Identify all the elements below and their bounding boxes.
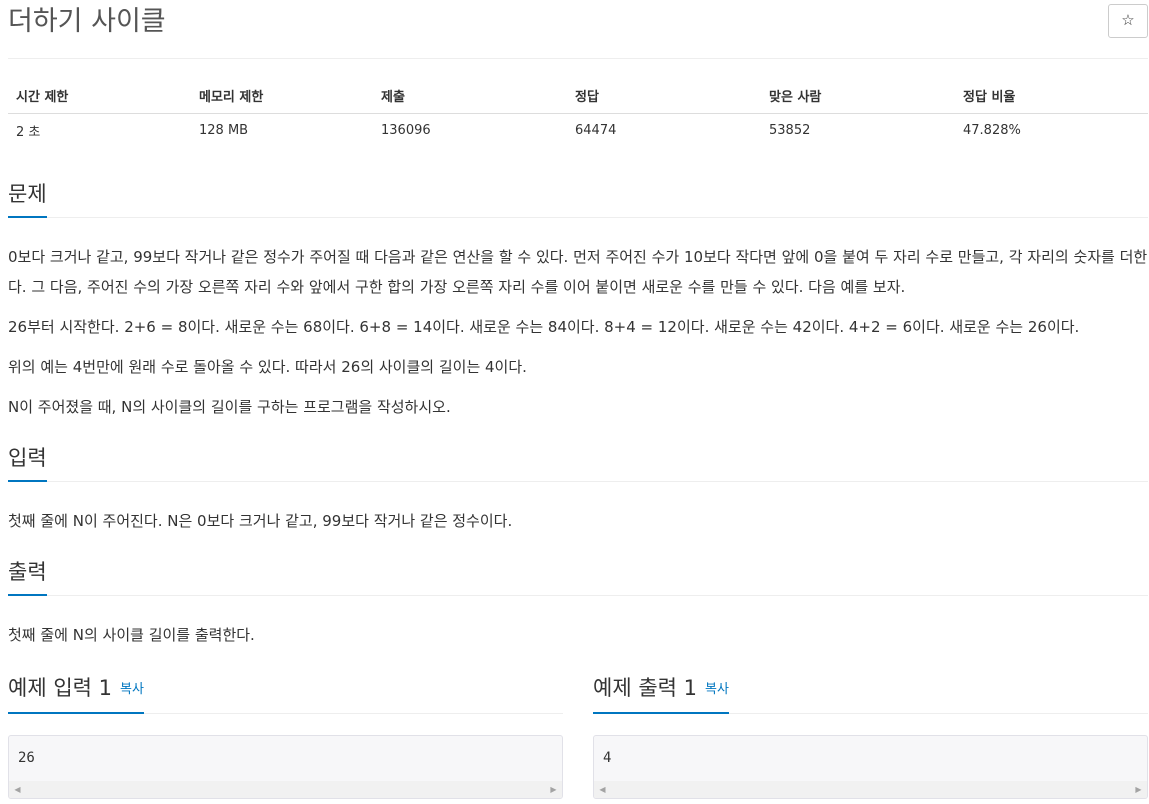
memory-limit-value: 128 MB xyxy=(191,113,373,149)
sample-output-heading: 예제 출력 1 복사 xyxy=(593,674,729,714)
info-value-row: 2 초 128 MB 136096 64474 53852 47.828% xyxy=(8,113,1148,149)
description-paragraph-4: N이 주어졌을 때, N의 사이클의 길이를 구하는 프로그램을 작성하시오. xyxy=(8,398,451,416)
memory-limit-header: 메모리 제한 xyxy=(191,78,373,114)
time-limit-header: 시간 제한 xyxy=(8,78,191,114)
scroll-right-arrow-icon[interactable]: ▶ xyxy=(545,781,562,798)
sample-output-content: 4 xyxy=(603,750,612,766)
time-limit-value: 2 초 xyxy=(8,113,191,149)
description-paragraph-2: 26부터 시작한다. 2+6 = 8이다. 새로운 수는 68이다. 6+8 =… xyxy=(8,318,1080,336)
accept-ratio-value: 47.828% xyxy=(955,113,1148,149)
page-title: 더하기 사이클 xyxy=(8,6,166,37)
solvers-value: 53852 xyxy=(761,113,955,149)
info-header-row: 시간 제한 메모리 제한 제출 정답 맞은 사람 정답 비율 xyxy=(8,78,1148,114)
sample-output-box: 4 ◀ ▶ xyxy=(593,735,1148,799)
sample-input-content: 26 xyxy=(18,750,35,766)
scroll-left-arrow-icon[interactable]: ◀ xyxy=(9,781,26,798)
sample-output-title: 예제 출력 1 xyxy=(593,676,697,700)
description-heading: 문제 xyxy=(8,180,47,218)
sample-input-box: 26 ◀ ▶ xyxy=(8,735,563,799)
sample-input-copy-link[interactable]: 복사 xyxy=(120,682,144,697)
description-paragraph-1: 0보다 크거나 같고, 99보다 작거나 같은 정수가 주어질 때 다음과 같은… xyxy=(8,248,1148,296)
description-paragraph-3: 위의 예는 4번만에 원래 수로 돌아올 수 있다. 따라서 26의 사이클의 … xyxy=(8,358,527,376)
sample-output-headline: 예제 출력 1 복사 xyxy=(593,674,1148,714)
solvers-header: 맞은 사람 xyxy=(761,78,955,114)
accepted-value: 64474 xyxy=(567,113,761,149)
output-heading: 출력 xyxy=(8,558,47,596)
accepted-header: 정답 xyxy=(567,78,761,114)
output-headline: 출력 xyxy=(8,558,1148,596)
input-description: 첫째 줄에 N이 주어진다. N은 0보다 크거나 같고, 99보다 작거나 같… xyxy=(8,512,513,530)
input-headline: 입력 xyxy=(8,444,1148,482)
sample-input-title: 예제 입력 1 xyxy=(8,676,112,700)
sample-input-heading: 예제 입력 1 복사 xyxy=(8,674,144,714)
submissions-header: 제출 xyxy=(373,78,567,114)
description-headline: 문제 xyxy=(8,180,1148,218)
problem-info-table: 시간 제한 메모리 제한 제출 정답 맞은 사람 정답 비율 2 초 128 M… xyxy=(8,78,1148,149)
star-icon: ☆ xyxy=(1121,12,1135,29)
submissions-value: 136096 xyxy=(373,113,567,149)
sample-output-scrollbar[interactable]: ◀ ▶ xyxy=(594,781,1147,798)
accept-ratio-header: 정답 비율 xyxy=(955,78,1148,114)
sample-input-scrollbar[interactable]: ◀ ▶ xyxy=(9,781,562,798)
sample-input-headline: 예제 입력 1 복사 xyxy=(8,674,563,714)
scroll-left-arrow-icon[interactable]: ◀ xyxy=(594,781,611,798)
sample-output-copy-link[interactable]: 복사 xyxy=(705,682,729,697)
star-button[interactable]: ☆ xyxy=(1108,4,1148,38)
page-header: 더하기 사이클 ☆ xyxy=(8,0,1148,59)
scroll-right-arrow-icon[interactable]: ▶ xyxy=(1130,781,1147,798)
input-heading: 입력 xyxy=(8,444,47,482)
output-description: 첫째 줄에 N의 사이클 길이를 출력한다. xyxy=(8,626,255,644)
